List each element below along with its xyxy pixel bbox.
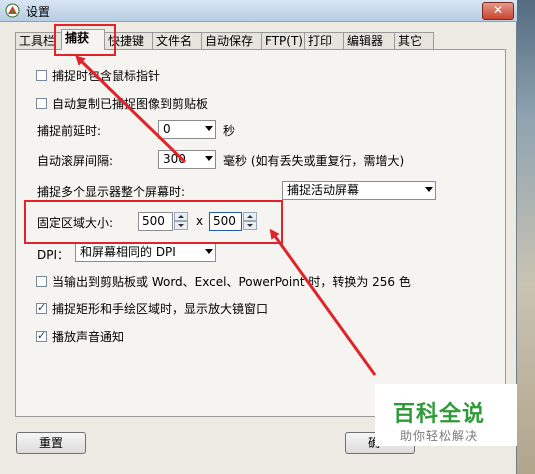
watermark-sub-text: 助你轻松解决 — [400, 429, 479, 443]
watermark-main-text: 百科全说 — [393, 402, 486, 427]
settings-window: 设置 ✕ 工具栏 捕获 快捷键 文件名 自动保存 FTP(T) 打印 编辑器 其… — [0, 0, 517, 474]
arrow-to-tab — [75, 55, 187, 164]
watermark-logo: 百科全说 助你轻松解决 — [375, 384, 517, 446]
arrow-to-fixed-region — [269, 228, 377, 376]
desktop-background — [517, 0, 535, 474]
tab-capture[interactable]: 捕获 — [61, 29, 105, 50]
